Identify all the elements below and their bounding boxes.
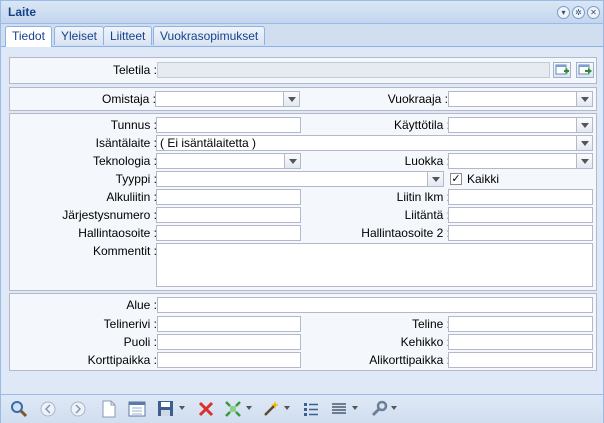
omistaja-label: Omistaja :: [101, 92, 156, 106]
tab-yleiset[interactable]: Yleiset: [54, 26, 105, 45]
location-section: Alue : Telinerivi : Teline : Puoli : Keh…: [9, 293, 597, 371]
teletila-field: [157, 62, 550, 78]
luokka-label: Luokka :: [404, 154, 450, 168]
add-teletila-icon[interactable]: [553, 62, 571, 78]
collapse-icon[interactable]: ▾: [557, 6, 570, 19]
hallintaosoite-label: Hallintaosoite :: [78, 226, 157, 240]
kaikki-checkbox[interactable]: ✓: [450, 173, 462, 185]
alkuliitin-input[interactable]: [156, 189, 301, 205]
prev-icon[interactable]: [39, 400, 57, 418]
table-icon[interactable]: [330, 400, 348, 418]
telinerivi-label: Telinerivi :: [103, 317, 157, 331]
hallintaosoite2-label: Hallintaosoite 2 :: [361, 226, 450, 240]
chevron-down-icon[interactable]: [576, 92, 592, 106]
window-header: Laite ▾ ✲ ✕: [1, 1, 603, 24]
chevron-down-icon[interactable]: [283, 92, 299, 106]
isantalaite-combo[interactable]: ( Ei isäntälaitetta ): [156, 135, 593, 151]
gear-icon[interactable]: ✲: [572, 6, 585, 19]
chevron-down-icon[interactable]: [576, 118, 592, 132]
hallintaosoite2-input[interactable]: [448, 225, 593, 241]
ownership-section: Omistaja : Vuokraaja :: [9, 87, 597, 111]
kehikko-input[interactable]: [448, 334, 593, 350]
tyyppi-combo[interactable]: [156, 171, 444, 187]
isantalaite-label: Isäntälaite :: [95, 136, 157, 150]
vuokraaja-label: Vuokraaja :: [387, 92, 448, 106]
wrench-dropdown-icon[interactable]: [391, 406, 397, 410]
save-icon[interactable]: [157, 400, 175, 418]
teline-label: Teline :: [411, 317, 450, 331]
search-icon[interactable]: [10, 400, 28, 418]
liitin-lkm-input[interactable]: [448, 189, 593, 205]
laite-window: Laite ▾ ✲ ✕ Tiedot Yleiset Liitteet Vuok…: [0, 0, 604, 423]
tunnus-label: Tunnus :: [110, 118, 157, 132]
kayttotila-combo[interactable]: [448, 117, 593, 133]
alue-label: Alue :: [126, 298, 157, 312]
tiedot-panel: Teletila : Omistaja : Vuokraaja : Tunnus…: [1, 47, 603, 393]
alue-input[interactable]: [157, 297, 593, 313]
list-icon[interactable]: [302, 400, 320, 418]
vuokraaja-combo[interactable]: [448, 91, 593, 107]
hallintaosoite-input[interactable]: [156, 225, 301, 241]
tab-vuokrasopimukset[interactable]: Vuokrasopimukset: [153, 26, 266, 45]
luokka-combo[interactable]: [448, 153, 593, 169]
jarjestysnumero-input[interactable]: [156, 207, 301, 223]
select-teletila-icon[interactable]: [576, 62, 594, 78]
tyyppi-label: Tyyppi :: [115, 172, 157, 186]
next-icon[interactable]: [69, 400, 87, 418]
puoli-label: Puoli :: [123, 335, 157, 349]
chevron-down-icon[interactable]: [576, 154, 592, 168]
window-title: Laite: [8, 5, 37, 19]
wand-icon[interactable]: [262, 400, 280, 418]
kommentit-label: Kommentit :: [92, 244, 157, 258]
table-dropdown-icon[interactable]: [352, 406, 358, 410]
kaikki-label: Kaikki: [467, 172, 500, 186]
form-view-icon[interactable]: [128, 400, 146, 418]
liitanta-input[interactable]: [448, 207, 593, 223]
tab-strip: Tiedot Yleiset Liitteet Vuokrasopimukset: [1, 24, 603, 47]
tab-liitteet[interactable]: Liitteet: [103, 26, 153, 45]
chevron-down-icon[interactable]: [576, 136, 592, 150]
teknologia-label: Teknologia :: [92, 154, 157, 168]
close-icon[interactable]: ✕: [587, 6, 600, 19]
move-dropdown-icon[interactable]: [246, 406, 252, 410]
korttipaikka-input[interactable]: [157, 352, 301, 368]
tab-tiedot[interactable]: Tiedot: [5, 26, 52, 47]
move-icon[interactable]: [224, 400, 242, 418]
liitanta-label: Liitäntä :: [404, 208, 450, 222]
liitin-lkm-label: Liitin lkm :: [396, 190, 450, 204]
jarjestysnumero-label: Järjestysnumero :: [62, 208, 157, 222]
device-section: Tunnus : Käyttötila : Isäntälaite : ( Ei…: [9, 113, 597, 291]
teletila-label: Teletila :: [112, 63, 157, 77]
tunnus-input[interactable]: [156, 117, 301, 133]
teknologia-combo[interactable]: [156, 153, 301, 169]
alikorttipaikka-input[interactable]: [448, 352, 593, 368]
omistaja-combo[interactable]: [155, 91, 300, 107]
teline-input[interactable]: [448, 316, 593, 332]
chevron-down-icon[interactable]: [427, 172, 443, 186]
bottom-toolbar: [1, 394, 603, 423]
chevron-down-icon[interactable]: [284, 154, 300, 168]
wrench-icon[interactable]: [370, 400, 388, 418]
delete-icon[interactable]: [197, 400, 215, 418]
telinerivi-input[interactable]: [157, 316, 301, 332]
kehikko-label: Kehikko :: [400, 335, 450, 349]
kommentit-textarea[interactable]: [156, 243, 593, 287]
puoli-input[interactable]: [157, 334, 301, 350]
alkuliitin-label: Alkuliitin :: [106, 190, 157, 204]
korttipaikka-label: Korttipaikka :: [87, 353, 157, 367]
alikorttipaikka-label: Alikorttipaikka :: [369, 353, 450, 367]
save-dropdown-icon[interactable]: [179, 406, 185, 410]
wand-dropdown-icon[interactable]: [284, 406, 290, 410]
kayttotila-label: Käyttötila :: [393, 118, 450, 132]
new-document-icon[interactable]: [100, 400, 118, 418]
teletila-section: Teletila :: [9, 57, 597, 84]
